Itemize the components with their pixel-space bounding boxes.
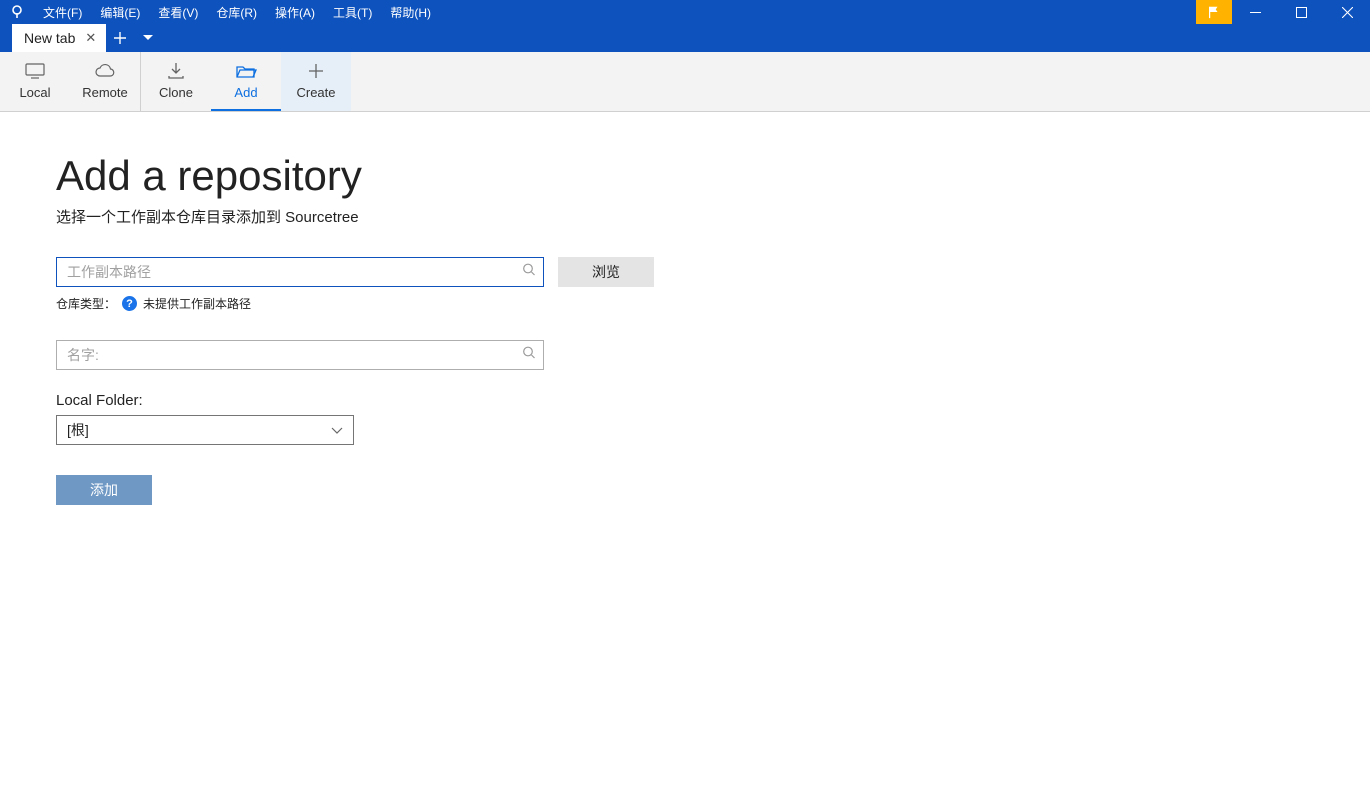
flag-icon <box>1207 5 1221 19</box>
working-copy-path-field <box>56 257 544 287</box>
menu-tools[interactable]: 工具(T) <box>324 0 381 24</box>
menu-help-label: 帮助(H) <box>390 4 431 21</box>
working-copy-path-input[interactable] <box>56 257 544 287</box>
local-folder-select[interactable]: [根] <box>56 415 354 445</box>
tab-new[interactable]: New tab ✕ <box>12 24 106 52</box>
download-icon <box>166 62 186 80</box>
window-minimize-button[interactable] <box>1232 0 1278 24</box>
repo-type-message: 未提供工作副本路径 <box>143 295 251 312</box>
browse-button[interactable]: 浏览 <box>558 257 654 287</box>
toolbar-local-label: Local <box>19 85 50 100</box>
toolbar-group-actions: Clone Add Create <box>141 52 351 111</box>
toolbar-clone-label: Clone <box>159 85 193 100</box>
plus-icon <box>114 32 126 44</box>
repo-type-label: 仓库类型： <box>56 295 116 312</box>
toolbar-add-label: Add <box>234 85 257 100</box>
notifications-button[interactable] <box>1196 0 1232 24</box>
name-input[interactable] <box>56 340 544 370</box>
tab-label: New tab <box>24 30 75 46</box>
toolbar-remote[interactable]: Remote <box>70 52 140 111</box>
info-icon: ? <box>122 296 137 311</box>
title-bar: 文件(F) 编辑(E) 查看(V) 仓库(R) 操作(A) 工具(T) 帮助(H… <box>0 0 1370 24</box>
chevron-down-icon <box>143 35 153 41</box>
menu-view[interactable]: 查看(V) <box>149 0 207 24</box>
cloud-icon <box>93 62 117 80</box>
page-subtitle: 选择一个工作副本仓库目录添加到 Sourcetree <box>56 206 1370 227</box>
toolbar: Local Remote Clone Add Create <box>0 52 1370 112</box>
add-button[interactable]: 添加 <box>56 475 152 505</box>
name-field <box>56 340 544 370</box>
plus-icon <box>307 62 325 80</box>
toolbar-add[interactable]: Add <box>211 52 281 111</box>
new-tab-button[interactable] <box>106 24 134 52</box>
monitor-icon <box>24 62 46 80</box>
toolbar-clone[interactable]: Clone <box>141 52 211 111</box>
repo-type-row: 仓库类型： ? 未提供工作副本路径 <box>56 295 1370 312</box>
menu-actions-label: 操作(A) <box>275 4 315 21</box>
menu-edit[interactable]: 编辑(E) <box>91 0 149 24</box>
menu-view-label: 查看(V) <box>158 4 198 21</box>
chevron-down-icon <box>331 422 343 438</box>
minimize-icon <box>1250 7 1261 18</box>
menu-tools-label: 工具(T) <box>333 4 372 21</box>
main-content: Add a repository 选择一个工作副本仓库目录添加到 Sourcet… <box>0 112 1370 505</box>
menu-file-label: 文件(F) <box>43 4 82 21</box>
tab-overflow-button[interactable] <box>134 24 162 52</box>
menu-edit-label: 编辑(E) <box>100 4 140 21</box>
tab-close-button[interactable]: ✕ <box>85 30 96 46</box>
window-close-button[interactable] <box>1324 0 1370 24</box>
title-spacer <box>440 0 1196 24</box>
local-folder-value: [根] <box>67 420 89 440</box>
toolbar-local[interactable]: Local <box>0 52 70 111</box>
page-title: Add a repository <box>56 152 1370 200</box>
app-icon <box>0 0 34 24</box>
window-maximize-button[interactable] <box>1278 0 1324 24</box>
toolbar-create[interactable]: Create <box>281 52 351 111</box>
menu-actions[interactable]: 操作(A) <box>266 0 324 24</box>
menu-repo-label: 仓库(R) <box>216 4 257 21</box>
toolbar-remote-label: Remote <box>82 85 128 100</box>
menu-file[interactable]: 文件(F) <box>34 0 91 24</box>
local-folder-label: Local Folder: <box>56 392 1370 409</box>
folder-open-icon <box>235 62 257 80</box>
toolbar-group-locations: Local Remote <box>0 52 141 111</box>
maximize-icon <box>1296 7 1307 18</box>
tab-strip: New tab ✕ <box>0 24 1370 52</box>
toolbar-create-label: Create <box>296 85 335 100</box>
menu-help[interactable]: 帮助(H) <box>381 0 440 24</box>
menu-repository[interactable]: 仓库(R) <box>207 0 266 24</box>
close-icon <box>1342 7 1353 18</box>
